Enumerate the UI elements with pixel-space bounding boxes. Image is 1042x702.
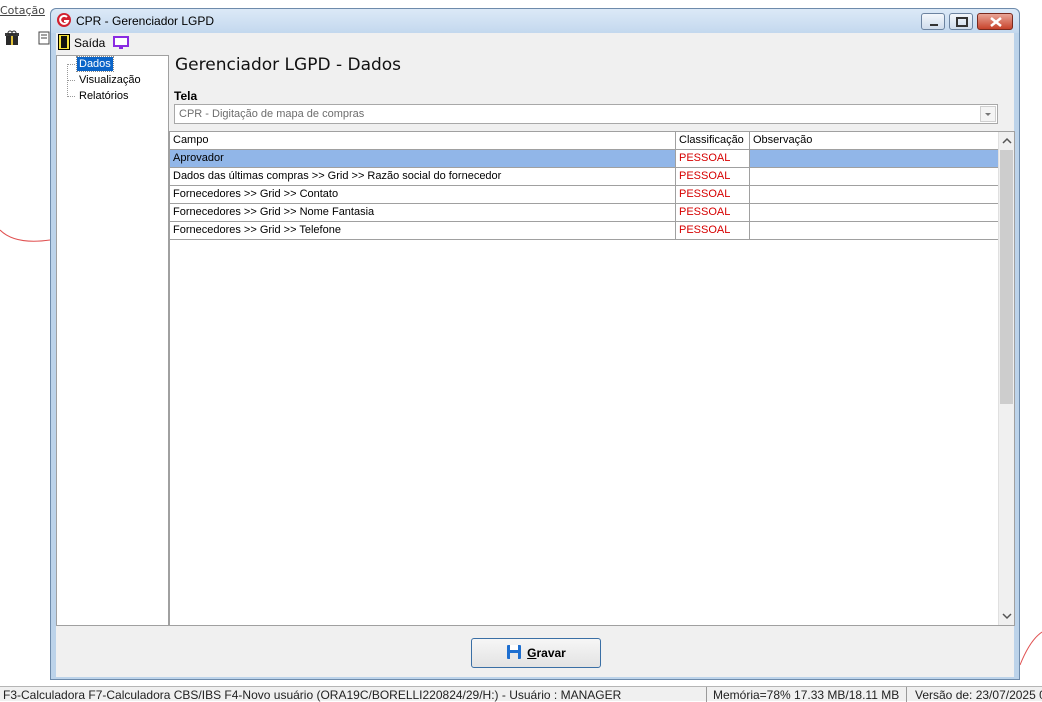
grid-vertical-scrollbar[interactable]	[998, 132, 1014, 625]
cell-classificacao[interactable]: PESSOAL	[676, 186, 750, 203]
grid-header: Campo Classificação Observação	[170, 132, 999, 150]
column-header-classificacao[interactable]: Classificação	[676, 132, 750, 150]
cell-campo: Fornecedores >> Grid >> Contato	[170, 186, 676, 203]
chevron-down-icon[interactable]	[980, 106, 996, 122]
table-row[interactable]: Dados das últimas compras >> Grid >> Raz…	[170, 168, 999, 186]
window-title: CPR - Gerenciador LGPD	[76, 14, 215, 28]
status-shortcuts: F3-Calculadora F7-Calculadora CBS/IBS F4…	[3, 688, 622, 702]
lgpd-fields-grid: Campo Classificação Observação Aprovador…	[169, 131, 1015, 626]
column-header-campo[interactable]: Campo	[170, 132, 676, 150]
cell-classificacao[interactable]: PESSOAL	[676, 150, 750, 167]
tela-select-value: CPR - Digitação de mapa de compras	[179, 108, 365, 120]
tree-item-dados[interactable]: Dados	[76, 56, 114, 72]
cell-observacao[interactable]	[750, 222, 999, 239]
status-bar: F3-Calculadora F7-Calculadora CBS/IBS F4…	[0, 686, 1042, 702]
table-row[interactable]: Aprovador PESSOAL	[170, 150, 999, 168]
floppy-disk-icon	[506, 644, 522, 663]
cell-classificacao[interactable]: PESSOAL	[676, 204, 750, 221]
save-button-label: Gravar	[527, 646, 566, 660]
save-button[interactable]: Gravar	[471, 638, 601, 668]
table-row[interactable]: Fornecedores >> Grid >> Nome Fantasia PE…	[170, 204, 999, 222]
window-client-area: Saída Dados Visualização Relatórios Gere…	[56, 33, 1015, 677]
status-memory: Memória=78% 17.33 MB/18.11 MB	[713, 688, 900, 702]
close-button[interactable]	[977, 13, 1013, 30]
tela-label: Tela	[174, 89, 198, 103]
cell-observacao[interactable]	[750, 150, 999, 167]
cell-observacao[interactable]	[750, 204, 999, 221]
monitor-icon[interactable]	[113, 36, 129, 53]
cell-campo: Fornecedores >> Grid >> Nome Fantasia	[170, 204, 676, 221]
minimize-button[interactable]	[921, 13, 945, 30]
exit-menu-label: Saída	[74, 36, 106, 50]
exit-menu-item[interactable]: Saída	[58, 33, 106, 53]
cell-observacao[interactable]	[750, 186, 999, 203]
tree-item-visualizacao[interactable]: Visualização	[77, 73, 143, 87]
menu-bar: Saída	[56, 33, 1014, 53]
cell-campo: Aprovador	[170, 150, 676, 167]
title-bar[interactable]: CPR - Gerenciador LGPD	[51, 9, 1019, 33]
table-row[interactable]: Fornecedores >> Grid >> Telefone PESSOAL	[170, 222, 999, 240]
scroll-up-icon[interactable]	[999, 133, 1015, 149]
tree-item-relatorios[interactable]: Relatórios	[77, 89, 131, 103]
page-title: Gerenciador LGPD - Dados	[175, 55, 402, 75]
background-menu-cotacao[interactable]: Cotação	[0, 4, 45, 17]
app-logo-icon	[56, 12, 72, 28]
cell-classificacao[interactable]: PESSOAL	[676, 222, 750, 239]
cell-campo: Dados das últimas compras >> Grid >> Raz…	[170, 168, 676, 185]
cell-classificacao[interactable]: PESSOAL	[676, 168, 750, 185]
table-row[interactable]: Fornecedores >> Grid >> Contato PESSOAL	[170, 186, 999, 204]
gift-icon[interactable]	[4, 30, 20, 46]
cell-observacao[interactable]	[750, 168, 999, 185]
exit-door-icon	[58, 33, 70, 53]
cell-campo: Fornecedores >> Grid >> Telefone	[170, 222, 676, 239]
lgpd-manager-window: CPR - Gerenciador LGPD Saída Dados Visua…	[50, 8, 1020, 680]
status-version: Versão de: 23/07/2025 08	[915, 688, 1042, 702]
navigation-tree: Dados Visualização Relatórios	[56, 55, 169, 626]
tela-select[interactable]: CPR - Digitação de mapa de compras	[174, 104, 998, 124]
scrollbar-thumb[interactable]	[1000, 150, 1013, 404]
column-header-observacao[interactable]: Observação	[750, 132, 999, 150]
scroll-down-icon[interactable]	[999, 608, 1015, 624]
maximize-button[interactable]	[949, 13, 973, 30]
